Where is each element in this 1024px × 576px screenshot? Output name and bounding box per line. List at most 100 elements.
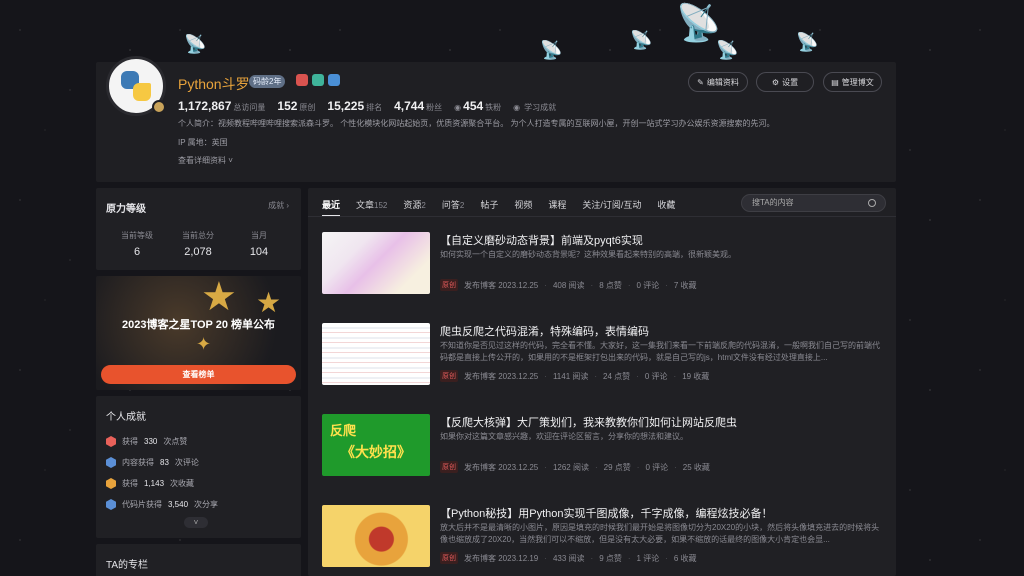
stat-value: 15,225 xyxy=(327,99,365,113)
like-count: 8 点赞 xyxy=(599,280,622,290)
tab-label: 课程 xyxy=(548,200,567,210)
search-icon[interactable] xyxy=(868,199,876,207)
tab-label: 帖子 xyxy=(480,200,499,210)
like-icon xyxy=(106,436,116,447)
article-item[interactable]: 爬虫反爬之代码混淆，特殊编码，表情编码 不知道你是否见过这样的代码，完全看不懂。… xyxy=(322,323,886,403)
eye-icon: ◉ xyxy=(513,103,521,112)
achievement-number: 83 xyxy=(160,458,169,467)
tab-recent[interactable]: 最近 xyxy=(322,198,341,217)
comment-count: 1 评论 xyxy=(636,553,660,563)
stat-value: 4,744 xyxy=(394,99,425,113)
tab-label: 最近 xyxy=(322,200,341,210)
current-level: 当前等级 6 xyxy=(112,230,162,258)
share-icon xyxy=(106,499,116,510)
stat-fans[interactable]: 4,744 粉丝 xyxy=(394,97,442,115)
code-age-badge: 码龄2年 xyxy=(249,75,286,88)
edit-profile-button[interactable]: ✎ 编辑资料 xyxy=(688,72,748,92)
profile-intro: 个人简介：视频教程哔哩哔哩搜索派森斗罗。 个性化模块化网站起始页，优质资源聚合平… xyxy=(178,119,775,128)
promo-title: 2023博客之星TOP 20 榜单公布 xyxy=(121,319,276,331)
chevron-down-icon: ˅ xyxy=(226,156,233,165)
divider: · xyxy=(544,371,547,381)
article-title[interactable]: 【自定义磨砂动态背景】前端及pyqt6实现 xyxy=(440,232,643,248)
tab-courses[interactable]: 课程 xyxy=(548,198,566,217)
divider: · xyxy=(627,553,631,563)
tab-follow[interactable]: 关注/订阅/互动 xyxy=(582,198,641,217)
view-count: 1262 阅读 xyxy=(552,462,589,472)
view-count: 433 阅读 xyxy=(552,553,585,563)
honor-badge-icon[interactable] xyxy=(296,74,308,86)
divider: · xyxy=(665,553,668,563)
column-card: TA的专栏 xyxy=(96,544,301,576)
article-item[interactable]: 【Python秘技】用Python实现千图成像，千字成像，编程炫技必备！ 放大后… xyxy=(322,505,886,576)
influence-title: 原力等级 xyxy=(106,204,146,215)
favorite-count: 7 收藏 xyxy=(673,280,697,290)
stat-original[interactable]: 152 原创 xyxy=(277,97,315,115)
search-input[interactable]: 搜TA的内容 xyxy=(741,194,886,212)
article-title[interactable]: 爬虫反爬之代码混淆，特殊编码，表情编码 xyxy=(440,323,649,339)
article-thumbnail[interactable] xyxy=(322,232,430,294)
thumbnail-text: 《大妙招》 xyxy=(341,444,411,460)
tab-articles[interactable]: 文章152 xyxy=(356,198,387,217)
article-description: 放大后并不是最清晰的小图片，原因是填充的时候我们最开始是将图像切分为20X20的… xyxy=(440,523,880,544)
blog-star-promo[interactable]: ★ ★ ✦ 2023博客之星TOP 20 榜单公布 查看榜单 xyxy=(96,276,301,390)
tab-favorites[interactable]: 收藏 xyxy=(657,198,675,217)
like-count: 29 点赞 xyxy=(603,462,631,472)
article-title[interactable]: 【Python秘技】用Python实现千图成像，千字成像，编程炫技必备！ xyxy=(440,505,773,521)
article-thumbnail[interactable] xyxy=(322,323,430,385)
stat-iron-fans[interactable]: ◉ 454 铁粉 xyxy=(454,97,501,115)
achievement-text: 次分享 xyxy=(194,500,219,509)
article-item[interactable]: 【自定义磨砂动态背景】前端及pyqt6实现 如何实现一个自定义的磨砂动态背景呢？… xyxy=(322,232,886,312)
edit-profile-label: 编辑资料 xyxy=(706,77,739,87)
profile-stats: 1,172,867 总访问量 152 原创 15,225 排名 4,744 粉丝 ◉ 45… xyxy=(178,97,556,115)
level-label: 当前等级 xyxy=(121,231,153,240)
honor-badge-icon[interactable] xyxy=(312,74,324,86)
comment-count: 0 评论 xyxy=(645,462,669,472)
achievements-link[interactable]: 成就 › xyxy=(268,200,289,211)
manage-posts-button[interactable]: ▤ 管理博文 xyxy=(823,72,882,92)
tab-posts[interactable]: 帖子 xyxy=(480,198,498,217)
original-tag: 原创 xyxy=(440,279,458,291)
content-tabs: 最近 文章152 资源2 问答2 帖子 视频 课程 关注/订阅/互动 收藏 xyxy=(322,198,675,217)
satellite-dish-icon: 📡 xyxy=(716,40,739,60)
article-meta: 原创 发布博客 2023.12.25 · 1141 阅读 · 24 点赞 · 0 评论 · 19 … xyxy=(440,370,709,382)
article-item[interactable]: 反爬 《大妙招》 【反爬大核弹】大厂策划们，我来教教你们如何让网站反爬虫 如果你… xyxy=(322,414,886,494)
score-value: 2,078 xyxy=(184,246,212,258)
tab-videos[interactable]: 视频 xyxy=(514,198,532,217)
edit-icon: ✎ xyxy=(697,77,704,87)
achievements-card: 个人成就 获得 330 次点赞 内容获得 83 次评论 获得 1,143 次收藏… xyxy=(96,396,301,538)
stat-rank[interactable]: 15,225 排名 xyxy=(327,97,382,115)
view-ranking-button[interactable]: 查看榜单 xyxy=(101,365,296,384)
settings-button[interactable]: ⚙ 设置 xyxy=(756,72,814,92)
tab-count: 152 xyxy=(374,201,388,210)
article-thumbnail[interactable]: 反爬 《大妙招》 xyxy=(322,414,430,476)
tab-divider xyxy=(308,216,896,217)
article-thumbnail[interactable] xyxy=(322,505,430,567)
honor-badge-icon[interactable] xyxy=(328,74,340,86)
view-count: 408 阅读 xyxy=(552,280,585,290)
stat-value: 1,172,867 xyxy=(178,99,232,113)
sparkle-icon: ✦ xyxy=(196,334,212,354)
favorite-count: 25 收藏 xyxy=(682,462,710,472)
divider: · xyxy=(673,371,677,381)
divider: · xyxy=(544,280,547,290)
divider: · xyxy=(627,280,631,290)
profile-header: Python斗罗 码龄2年 1,172,867 总访问量 152 原创 15,225… xyxy=(96,56,896,182)
username[interactable]: Python斗罗 xyxy=(178,74,250,94)
publish-date: 发布博客 2023.12.19 xyxy=(464,553,539,563)
stat-achievement[interactable]: ◉ 学习成就 xyxy=(513,97,556,115)
tab-label: 问答 xyxy=(441,200,460,210)
achievement-item: 获得 1,143 次收藏 xyxy=(106,478,194,489)
achievement-number: 3,540 xyxy=(168,500,189,509)
tab-label: 资源 xyxy=(403,200,422,210)
settings-label: 设置 xyxy=(782,77,799,87)
star-icon: ★ xyxy=(256,287,282,318)
tab-resources[interactable]: 资源2 xyxy=(403,198,425,217)
article-title[interactable]: 【反爬大核弹】大厂策划们，我来教教你们如何让网站反爬虫 xyxy=(440,414,737,430)
tab-qa[interactable]: 问答2 xyxy=(442,198,464,217)
view-details-link[interactable]: 查看详细资料 ˅ xyxy=(178,155,233,166)
profile-banner: 📡 📡 📡 📡 📡 📡 xyxy=(0,0,1024,66)
satellite-dish-icon: 📡 xyxy=(676,2,721,43)
satellite-dish-icon: 📡 xyxy=(540,40,563,60)
article-description: 不知道你是否见过这样的代码，完全看不懂。大家好，这一集我们来看一下前端反爬的代码… xyxy=(440,341,880,362)
expand-button[interactable]: ˅ xyxy=(184,517,208,528)
